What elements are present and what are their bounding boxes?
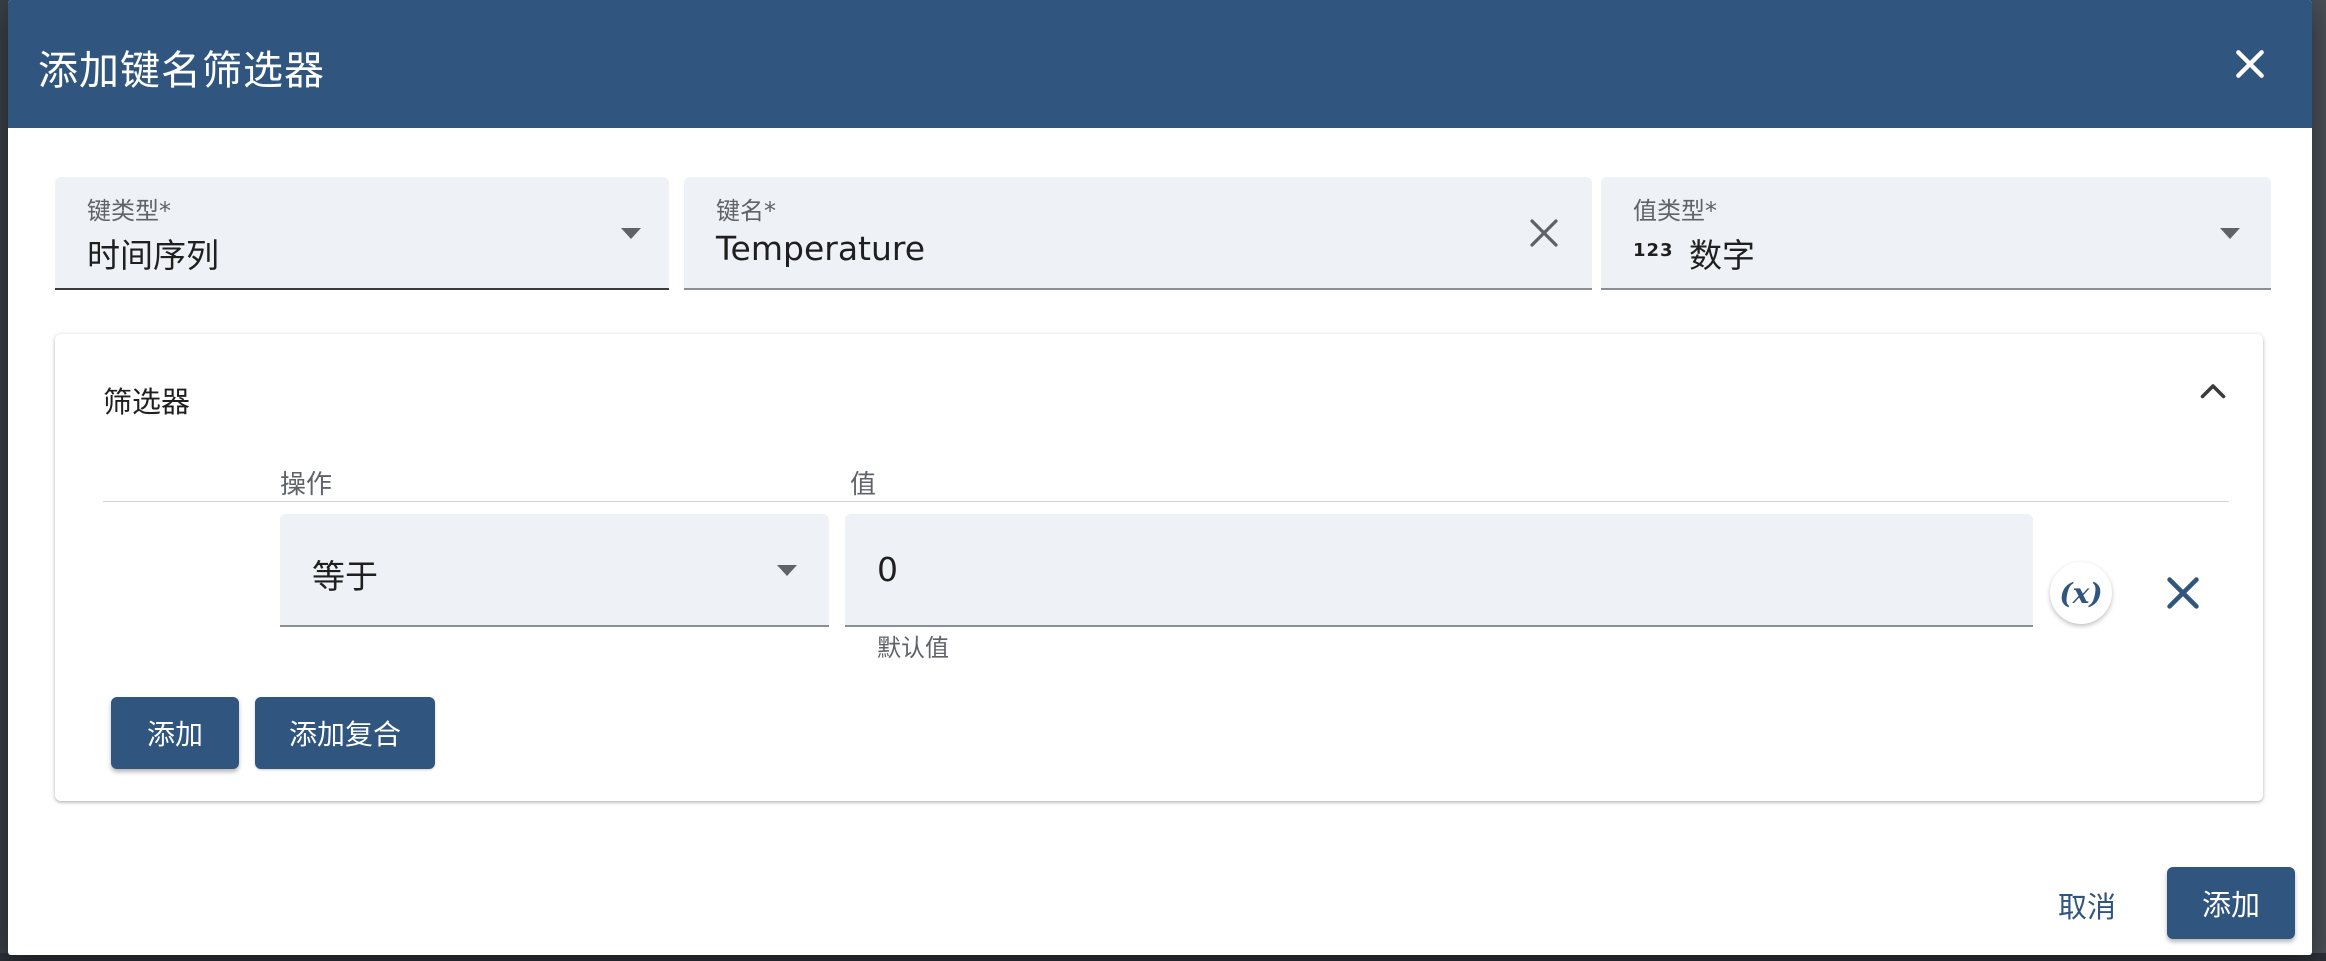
remove-filter-icon[interactable] xyxy=(2160,570,2206,616)
cancel-button[interactable]: 取消 xyxy=(2058,884,2116,926)
filter-value-input[interactable]: 0 xyxy=(845,514,2033,627)
submit-add-button[interactable]: 添加 xyxy=(2167,867,2295,939)
key-type-label: 键类型* xyxy=(87,197,171,225)
value-type-label: 值类型* xyxy=(1633,197,1717,225)
close-icon[interactable] xyxy=(2230,44,2270,84)
add-filter-button[interactable]: 添加 xyxy=(111,697,239,769)
value-type-select[interactable]: 值类型* 123 数字 xyxy=(1601,177,2271,290)
key-name-field[interactable]: 键名* Temperature xyxy=(684,177,1592,290)
filters-panel: 筛选器 操作 值 等于 0 默认值 (x) 添加 添加复合 xyxy=(55,334,2263,801)
filter-value: 0 xyxy=(877,550,898,589)
value-column-header: 值 xyxy=(850,470,877,500)
key-type-select[interactable]: 键类型* 时间序列 xyxy=(55,177,669,290)
add-complex-filter-button[interactable]: 添加复合 xyxy=(255,697,435,769)
operation-select[interactable]: 等于 xyxy=(280,514,829,627)
dialog-header: 添加键名筛选器 xyxy=(8,0,2312,128)
dialog-title: 添加键名筛选器 xyxy=(38,48,325,94)
value-type-value: 数字 xyxy=(1689,236,1755,275)
key-name-value: Temperature xyxy=(716,229,926,268)
clear-key-name-icon[interactable] xyxy=(1526,215,1562,251)
key-type-dropdown-icon xyxy=(621,228,641,239)
key-type-value: 时间序列 xyxy=(87,236,219,275)
operation-column-header: 操作 xyxy=(280,470,333,500)
backdrop-right xyxy=(2312,0,2326,961)
key-name-label: 键名* xyxy=(716,197,776,225)
value-type-dropdown-icon xyxy=(2220,228,2240,239)
filters-title: 筛选器 xyxy=(103,385,191,419)
variable-button[interactable]: (x) xyxy=(2050,562,2112,624)
filter-value-hint: 默认值 xyxy=(877,634,949,662)
operation-dropdown-icon xyxy=(777,565,797,576)
add-key-filter-dialog: 添加键名筛选器 键类型* 时间序列 键名* Temperature 值类型* 1… xyxy=(8,0,2312,955)
numbers-icon: 123 xyxy=(1633,240,1674,261)
divider xyxy=(103,501,2229,502)
operation-value: 等于 xyxy=(312,557,378,596)
chevron-up-icon[interactable] xyxy=(2195,374,2231,410)
